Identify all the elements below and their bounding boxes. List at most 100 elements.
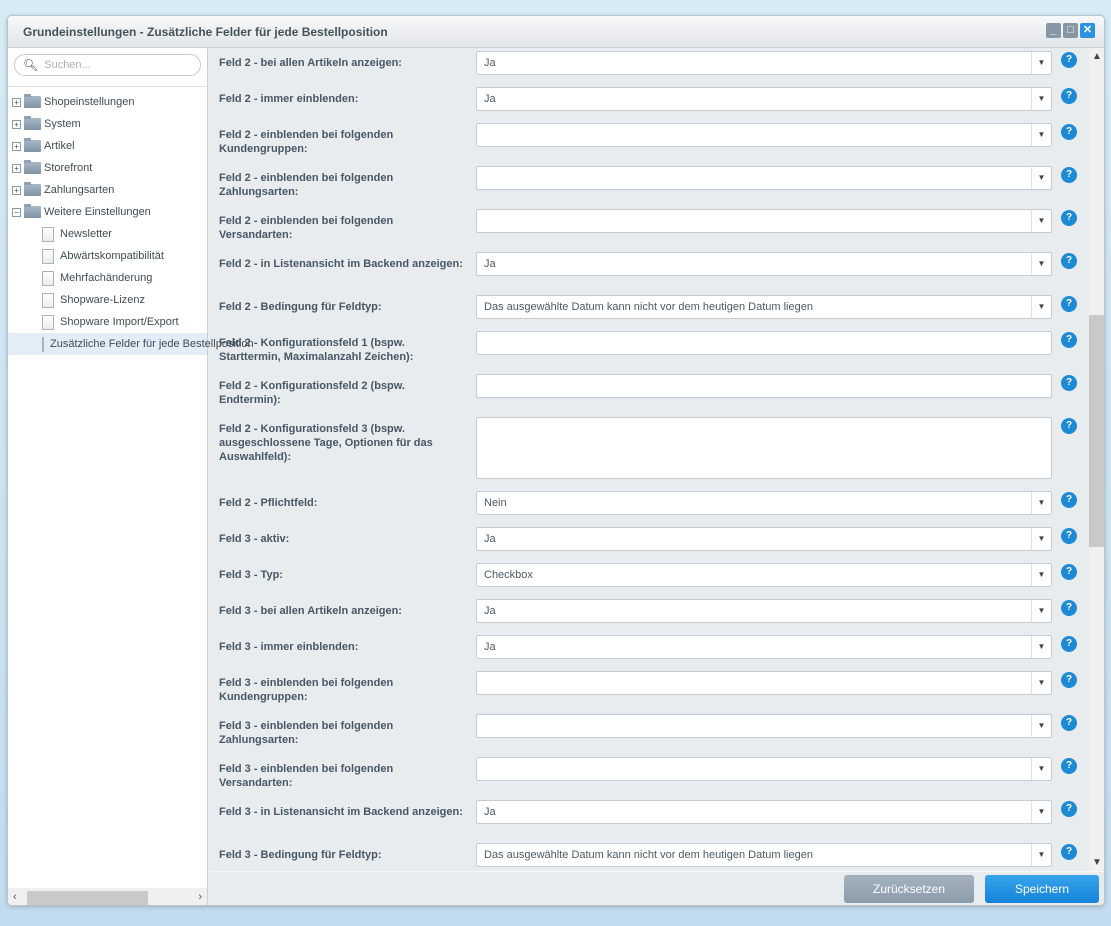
tree-item[interactable]: Shopware Import/Export (8, 311, 207, 333)
reset-button[interactable]: Zurücksetzen (844, 875, 974, 903)
dropdown-trigger-icon[interactable]: ▼ (1031, 296, 1051, 318)
dropdown-trigger-icon[interactable]: ▼ (1031, 167, 1051, 189)
help-icon[interactable]: ? (1061, 758, 1077, 774)
select-field[interactable]: Das ausgewählte Datum kann nicht vor dem… (476, 295, 1052, 319)
help-icon[interactable]: ? (1061, 844, 1077, 860)
select-field[interactable]: ▼ (476, 757, 1052, 781)
select-field[interactable]: Ja ▼ (476, 599, 1052, 623)
help-icon[interactable]: ? (1061, 715, 1077, 731)
expand-icon[interactable]: + (12, 141, 21, 151)
help-icon[interactable]: ? (1061, 88, 1077, 104)
close-button[interactable]: ✕ (1080, 23, 1095, 38)
form-row: Feld 2 - Konfigurationsfeld 3 (bspw. aus… (209, 415, 1089, 489)
select-field[interactable]: ▼ (476, 166, 1052, 190)
select-field[interactable]: Ja ▼ (476, 635, 1052, 659)
expand-icon[interactable]: + (12, 185, 21, 195)
help-icon[interactable]: ? (1061, 801, 1077, 817)
help-icon[interactable]: ? (1061, 124, 1077, 140)
help-icon[interactable]: ? (1061, 672, 1077, 688)
form-row: Feld 3 - in Listenansicht im Backend anz… (209, 798, 1089, 841)
field-label: Feld 2 - Konfigurationsfeld 2 (bspw. End… (219, 380, 405, 406)
dropdown-trigger-icon[interactable]: ▼ (1031, 636, 1051, 658)
dropdown-trigger-icon[interactable]: ▼ (1031, 564, 1051, 586)
expand-icon[interactable]: + (12, 119, 21, 129)
dropdown-trigger-icon[interactable]: ▼ (1031, 600, 1051, 622)
collapse-icon[interactable]: − (12, 207, 21, 217)
select-field[interactable]: Ja ▼ (476, 51, 1052, 75)
expand-icon[interactable]: + (12, 163, 21, 173)
dropdown-trigger-icon[interactable]: ▼ (1031, 528, 1051, 550)
dropdown-trigger-icon[interactable]: ▼ (1031, 88, 1051, 110)
select-field[interactable]: ▼ (476, 671, 1052, 695)
help-icon[interactable]: ? (1061, 210, 1077, 226)
form-row: Feld 3 - einblenden bei folgenden Kunden… (209, 669, 1089, 712)
tree-item[interactable]: Zusätzliche Felder für jede Bestellposit… (8, 333, 254, 355)
dropdown-trigger-icon[interactable]: ▼ (1031, 844, 1051, 866)
select-field[interactable]: Nein ▼ (476, 491, 1052, 515)
vertical-scrollbar[interactable]: ▲ ▼ (1089, 48, 1104, 871)
textarea-field[interactable] (476, 417, 1052, 479)
tree-folder-weitere-einstellungen[interactable]: − Weitere Einstellungen (8, 201, 207, 223)
search-input[interactable]: 🔍︎ Suchen... (14, 54, 201, 76)
tree-item-label: Newsletter (60, 228, 112, 240)
dropdown-trigger-icon[interactable]: ▼ (1031, 715, 1051, 737)
tree-folder-shopeinstellungen[interactable]: + Shopeinstellungen (8, 91, 207, 113)
dropdown-trigger-icon[interactable]: ▼ (1031, 801, 1051, 823)
page-icon (42, 248, 54, 264)
scroll-down-icon[interactable]: ▼ (1089, 857, 1104, 868)
tree-folder-artikel[interactable]: + Artikel (8, 135, 207, 157)
select-field[interactable]: ▼ (476, 714, 1052, 738)
select-field[interactable]: Ja ▼ (476, 252, 1052, 276)
field-value: Ja (484, 258, 496, 270)
tree-item[interactable]: Shopware-Lizenz (8, 289, 207, 311)
scroll-left-icon[interactable]: ‹ (13, 891, 17, 903)
help-icon[interactable]: ? (1061, 296, 1077, 312)
help-icon[interactable]: ? (1061, 418, 1077, 434)
help-icon[interactable]: ? (1061, 167, 1077, 183)
field-label: Feld 3 - Bedingung für Feldtyp: (219, 849, 382, 861)
dropdown-trigger-icon[interactable]: ▼ (1031, 52, 1051, 74)
text-field[interactable] (476, 331, 1052, 355)
tree-folder-storefront[interactable]: + Storefront (8, 157, 207, 179)
dropdown-trigger-icon[interactable]: ▼ (1031, 124, 1051, 146)
dropdown-trigger-icon[interactable]: ▼ (1031, 758, 1051, 780)
scroll-up-icon[interactable]: ▲ (1089, 51, 1104, 62)
select-field[interactable]: ▼ (476, 209, 1052, 233)
dropdown-trigger-icon[interactable]: ▼ (1031, 672, 1051, 694)
footer-toolbar: Zurücksetzen Speichern (209, 871, 1104, 905)
tree-folder-system[interactable]: + System (8, 113, 207, 135)
scroll-right-icon[interactable]: › (198, 891, 202, 903)
select-field[interactable]: Das ausgewählte Datum kann nicht vor dem… (476, 843, 1052, 867)
help-icon[interactable]: ? (1061, 528, 1077, 544)
select-field[interactable]: Ja ▼ (476, 87, 1052, 111)
select-field[interactable]: Ja ▼ (476, 800, 1052, 824)
select-field[interactable]: ▼ (476, 123, 1052, 147)
scroll-thumb[interactable] (27, 891, 148, 905)
help-icon[interactable]: ? (1061, 636, 1077, 652)
help-icon[interactable]: ? (1061, 253, 1077, 269)
select-field[interactable]: Ja ▼ (476, 527, 1052, 551)
help-icon[interactable]: ? (1061, 52, 1077, 68)
tree-item[interactable]: Mehrfachänderung (8, 267, 207, 289)
help-icon[interactable]: ? (1061, 492, 1077, 508)
dropdown-trigger-icon[interactable]: ▼ (1031, 210, 1051, 232)
dropdown-trigger-icon[interactable]: ▼ (1031, 492, 1051, 514)
tree-item[interactable]: Newsletter (8, 223, 207, 245)
dropdown-trigger-icon[interactable]: ▼ (1031, 253, 1051, 275)
maximize-button[interactable]: □ (1063, 23, 1078, 38)
form-row: Feld 2 - Konfigurationsfeld 2 (bspw. End… (209, 372, 1089, 415)
help-icon[interactable]: ? (1061, 564, 1077, 580)
horizontal-scrollbar[interactable]: ‹ › (8, 888, 207, 905)
text-field[interactable] (476, 374, 1052, 398)
tree-folder-zahlungsarten[interactable]: + Zahlungsarten (8, 179, 207, 201)
scroll-thumb[interactable] (1089, 315, 1104, 547)
help-icon[interactable]: ? (1061, 332, 1077, 348)
tree-item[interactable]: Abwärtskompatibilität (8, 245, 207, 267)
minimize-button[interactable]: _ (1046, 23, 1061, 38)
help-icon[interactable]: ? (1061, 600, 1077, 616)
save-button[interactable]: Speichern (985, 875, 1099, 903)
expand-icon[interactable]: + (12, 97, 21, 107)
window-title: Grundeinstellungen - Zusätzliche Felder … (23, 25, 388, 39)
select-field[interactable]: Checkbox ▼ (476, 563, 1052, 587)
help-icon[interactable]: ? (1061, 375, 1077, 391)
